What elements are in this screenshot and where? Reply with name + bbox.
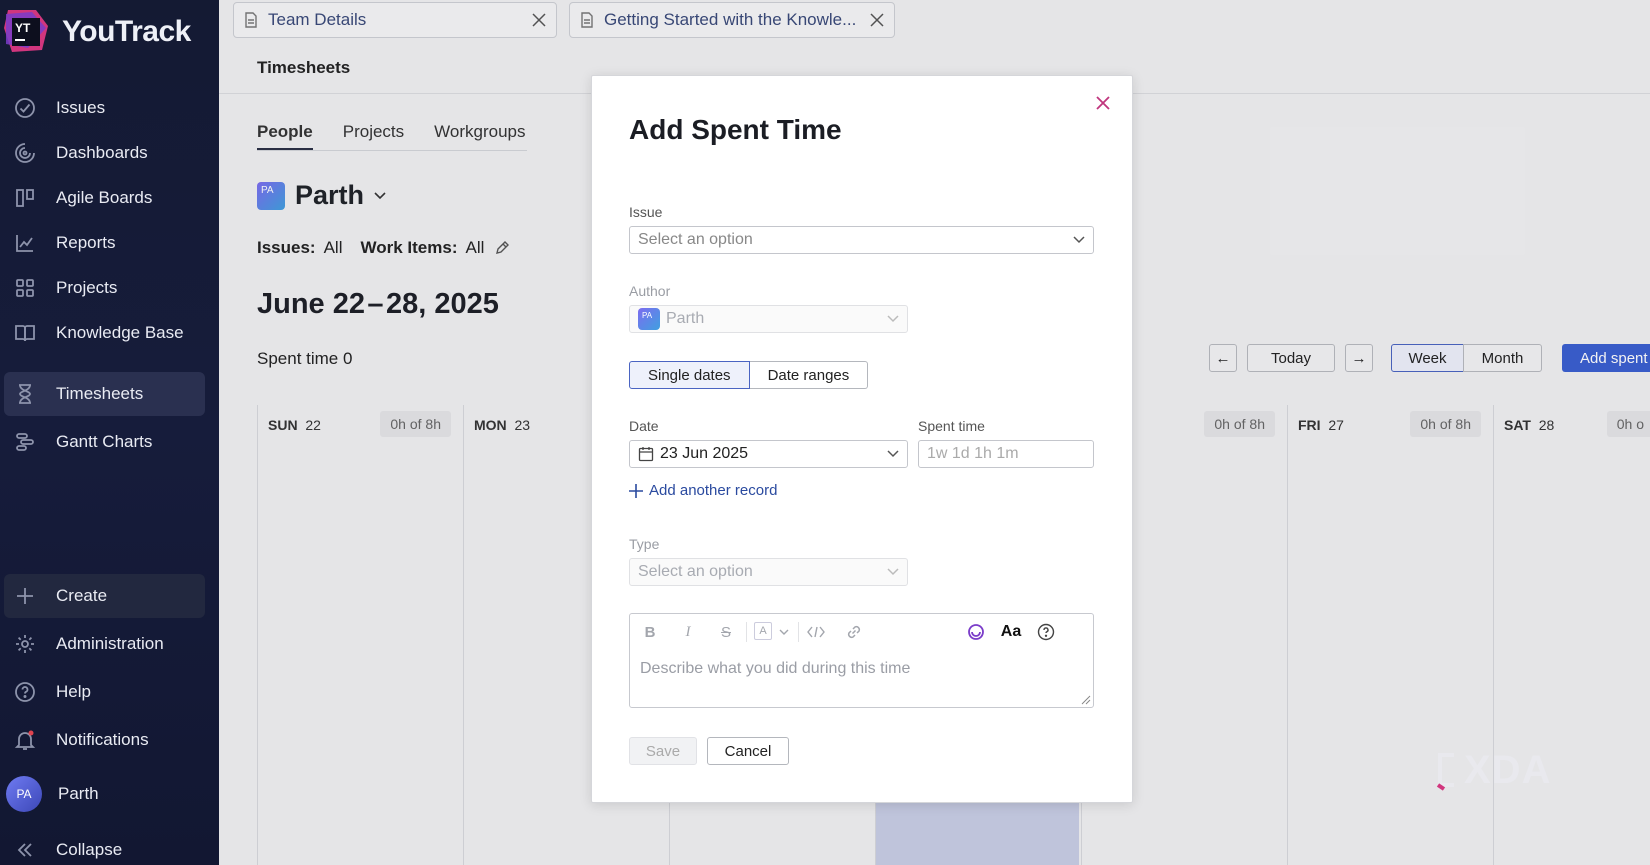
- link-icon[interactable]: [844, 622, 864, 642]
- sidebar-item-dashboards[interactable]: Dashboards: [4, 131, 205, 175]
- sidebar-item-label: Dashboards: [56, 143, 148, 162]
- chevron-down-icon[interactable]: [774, 622, 794, 642]
- xda-logo-icon: [1434, 751, 1460, 791]
- close-icon[interactable]: [1092, 92, 1114, 114]
- sidebar-item-help[interactable]: Help: [4, 670, 205, 714]
- help-icon: [12, 679, 38, 705]
- author-value: Parth: [666, 310, 705, 327]
- watermark-text: XDA: [1464, 748, 1552, 792]
- date-value: 23 Jun 2025: [660, 445, 749, 462]
- ai-assistant-icon[interactable]: [966, 622, 986, 642]
- chevron-down-icon: [887, 568, 899, 576]
- sidebar-item-notifications[interactable]: Notifications: [4, 718, 205, 762]
- grid-icon: [12, 275, 38, 301]
- sidebar-item-administration[interactable]: Administration: [4, 622, 205, 666]
- type-select: Select an option: [629, 558, 908, 586]
- chart-icon: [12, 230, 38, 256]
- gantt-icon: [12, 429, 38, 455]
- date-label: Date: [629, 418, 659, 434]
- help-label: Help: [56, 682, 91, 701]
- create-button[interactable]: Create: [4, 574, 205, 618]
- spent-time-input[interactable]: 1w 1d 1h 1m: [918, 440, 1094, 468]
- bold-icon[interactable]: B: [640, 622, 660, 642]
- sidebar-item-projects[interactable]: Projects: [4, 266, 205, 310]
- youtrack-logo-icon: YT: [2, 8, 50, 56]
- user-name: Parth: [58, 784, 99, 803]
- type-label: Type: [629, 536, 660, 552]
- gear-icon: [12, 631, 38, 657]
- plus-icon: [12, 583, 38, 609]
- divider: [798, 622, 799, 642]
- description-editor[interactable]: B I S A Aa Describe what you did during …: [629, 613, 1094, 708]
- app-name: YouTrack: [62, 15, 191, 48]
- add-another-record-link[interactable]: Add another record: [629, 482, 777, 499]
- chevron-down-icon: [887, 315, 899, 323]
- avatar: PA: [638, 308, 660, 330]
- text-color-icon[interactable]: A: [754, 622, 772, 640]
- create-label: Create: [56, 586, 108, 605]
- code-icon[interactable]: [806, 622, 826, 642]
- notifications-label: Notifications: [56, 730, 149, 749]
- sidebar-item-agile-boards[interactable]: Agile Boards: [4, 176, 205, 220]
- administration-label: Administration: [56, 634, 164, 653]
- date-picker[interactable]: 23 Jun 2025: [629, 440, 908, 468]
- dialog-title: Add Spent Time: [629, 114, 842, 145]
- author-select: PA Parth: [629, 305, 908, 333]
- logo[interactable]: YT YouTrack: [0, 8, 191, 56]
- sidebar-item-label: Gantt Charts: [56, 432, 153, 451]
- divider: [746, 622, 747, 642]
- gauge-icon: [12, 140, 38, 166]
- sidebar-item-label: Knowledge Base: [56, 323, 184, 342]
- board-icon: [12, 185, 38, 211]
- svg-text:YT: YT: [15, 21, 31, 35]
- description-placeholder: Describe what you did during this time: [640, 660, 911, 677]
- check-circle-icon: [12, 95, 38, 121]
- cancel-button[interactable]: Cancel: [707, 737, 789, 765]
- sidebar-item-label: Issues: [56, 98, 106, 117]
- single-dates-button[interactable]: Single dates: [629, 361, 750, 389]
- chevron-down-icon: [1073, 236, 1085, 244]
- book-icon: [12, 320, 38, 346]
- collapse-label: Collapse: [56, 840, 123, 859]
- italic-icon[interactable]: I: [678, 622, 698, 642]
- watermark: XDA: [1434, 748, 1551, 793]
- sidebar-item-reports[interactable]: Reports: [4, 221, 205, 265]
- issue-placeholder: Select an option: [638, 231, 753, 248]
- sidebar: YT YouTrack Issues Dashboards Agile Boar…: [0, 0, 219, 865]
- spent-time-label: Spent time: [918, 418, 985, 434]
- add-spent-time-dialog: Add Spent Time Issue Select an option Au…: [591, 75, 1133, 803]
- add-another-record-label: Add another record: [649, 482, 778, 499]
- double-chevron-left-icon: [12, 837, 38, 863]
- collapse-button[interactable]: Collapse: [4, 828, 205, 865]
- resize-handle-icon[interactable]: [1081, 695, 1091, 705]
- chevron-down-icon: [887, 450, 899, 458]
- calendar-icon: [638, 446, 654, 462]
- help-icon[interactable]: [1036, 622, 1056, 642]
- spent-time-placeholder: 1w 1d 1h 1m: [927, 445, 1019, 462]
- sidebar-item-label: Timesheets: [56, 384, 144, 403]
- sidebar-item-label: Agile Boards: [56, 188, 153, 207]
- sidebar-item-issues[interactable]: Issues: [4, 86, 205, 130]
- bell-icon: [12, 727, 38, 753]
- user-profile[interactable]: PA Parth: [4, 772, 205, 816]
- sidebar-item-label: Projects: [56, 278, 118, 297]
- date-ranges-button[interactable]: Date ranges: [749, 361, 869, 389]
- avatar: PA: [6, 776, 42, 812]
- sidebar-item-knowledge-base[interactable]: Knowledge Base: [4, 311, 205, 355]
- issue-label: Issue: [629, 204, 663, 220]
- sidebar-item-timesheets[interactable]: Timesheets: [4, 372, 205, 416]
- font-settings-button[interactable]: Aa: [996, 622, 1026, 642]
- hourglass-icon: [12, 381, 38, 407]
- save-button[interactable]: Save: [629, 737, 697, 765]
- type-placeholder: Select an option: [638, 563, 753, 580]
- strikethrough-icon[interactable]: S: [716, 622, 736, 642]
- sidebar-item-label: Reports: [56, 233, 116, 252]
- date-mode-toggle: Single dates Date ranges: [629, 361, 869, 389]
- author-label: Author: [629, 283, 671, 299]
- sidebar-item-gantt-charts[interactable]: Gantt Charts: [4, 420, 205, 464]
- issue-select[interactable]: Select an option: [629, 226, 1094, 254]
- plus-icon: [629, 483, 643, 498]
